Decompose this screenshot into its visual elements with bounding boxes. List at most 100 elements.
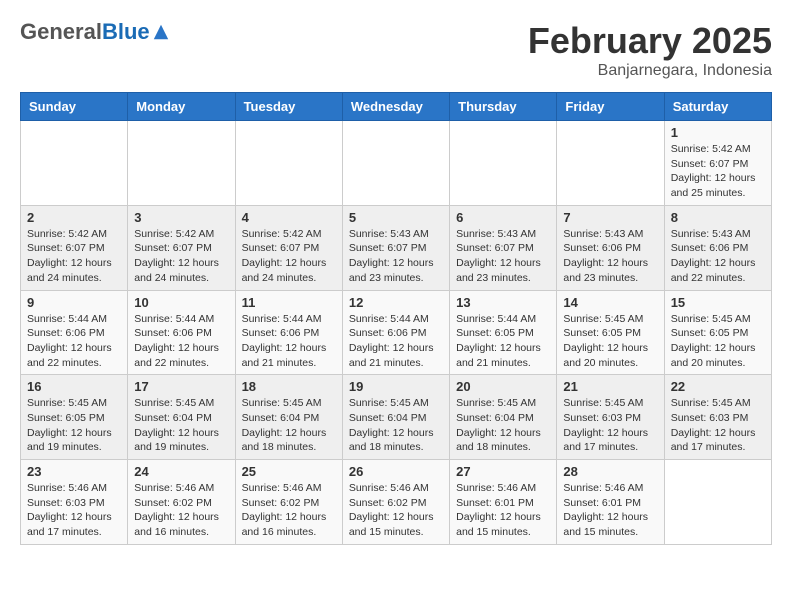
weekday-header-saturday: Saturday [664, 93, 771, 121]
day-cell: 15 Sunrise: 5:45 AM Sunset: 6:05 PM Dayli… [664, 290, 771, 375]
day-cell: 5 Sunrise: 5:43 AM Sunset: 6:07 PM Daylig… [342, 205, 449, 290]
day-cell: 3 Sunrise: 5:42 AM Sunset: 6:07 PM Daylig… [128, 205, 235, 290]
day-number: 9 [27, 295, 121, 310]
week-row-2: 2 Sunrise: 5:42 AM Sunset: 6:07 PM Daylig… [21, 205, 772, 290]
day-info: Sunrise: 5:46 AM Sunset: 6:02 PM Dayligh… [349, 481, 443, 540]
logo-blue: Blue [102, 19, 150, 44]
day-number: 14 [563, 295, 657, 310]
day-cell [450, 121, 557, 206]
day-info: Sunrise: 5:43 AM Sunset: 6:06 PM Dayligh… [563, 227, 657, 286]
month-title: February 2025 [528, 20, 772, 62]
day-info: Sunrise: 5:42 AM Sunset: 6:07 PM Dayligh… [671, 142, 765, 201]
day-info: Sunrise: 5:43 AM Sunset: 6:06 PM Dayligh… [671, 227, 765, 286]
day-cell: 4Sunrise: 5:42 AM Sunset: 6:07 PM Daylig… [235, 205, 342, 290]
day-info: Sunrise: 5:42 AM Sunset: 6:07 PM Dayligh… [27, 227, 121, 286]
day-number: 2 [27, 210, 121, 225]
weekday-header-monday: Monday [128, 93, 235, 121]
weekday-header-row: SundayMondayTuesdayWednesdayThursdayFrid… [21, 93, 772, 121]
day-info: Sunrise: 5:42 AM Sunset: 6:07 PM Dayligh… [134, 227, 228, 286]
day-cell [557, 121, 664, 206]
day-number: 3 [134, 210, 228, 225]
weekday-header-thursday: Thursday [450, 93, 557, 121]
day-info: Sunrise: 5:45 AM Sunset: 6:04 PM Dayligh… [456, 396, 550, 455]
day-number: 10 [134, 295, 228, 310]
day-cell [21, 121, 128, 206]
day-cell: 11 Sunrise: 5:44 AM Sunset: 6:06 PM Dayli… [235, 290, 342, 375]
day-info: Sunrise: 5:43 AM Sunset: 6:07 PM Dayligh… [349, 227, 443, 286]
day-number: 19 [349, 379, 443, 394]
day-number: 6 [456, 210, 550, 225]
day-number: 23 [27, 464, 121, 479]
day-number: 20 [456, 379, 550, 394]
day-cell: 1 Sunrise: 5:42 AM Sunset: 6:07 PM Daylig… [664, 121, 771, 206]
day-cell: 12Sunrise: 5:44 AM Sunset: 6:06 PM Dayli… [342, 290, 449, 375]
day-number: 24 [134, 464, 228, 479]
day-cell: 6 Sunrise: 5:43 AM Sunset: 6:07 PM Daylig… [450, 205, 557, 290]
day-cell: 2 Sunrise: 5:42 AM Sunset: 6:07 PM Daylig… [21, 205, 128, 290]
title-block: February 2025 Banjarnegara, Indonesia [528, 20, 772, 80]
day-cell: 8 Sunrise: 5:43 AM Sunset: 6:06 PM Daylig… [664, 205, 771, 290]
day-number: 22 [671, 379, 765, 394]
day-info: Sunrise: 5:44 AM Sunset: 6:06 PM Dayligh… [349, 312, 443, 371]
day-cell [128, 121, 235, 206]
day-info: Sunrise: 5:45 AM Sunset: 6:05 PM Dayligh… [27, 396, 121, 455]
day-number: 1 [671, 125, 765, 140]
day-number: 28 [563, 464, 657, 479]
day-cell: 24 Sunrise: 5:46 AM Sunset: 6:02 PM Dayli… [128, 460, 235, 545]
calendar-table: SundayMondayTuesdayWednesdayThursdayFrid… [20, 92, 772, 545]
day-number: 7 [563, 210, 657, 225]
day-info: Sunrise: 5:46 AM Sunset: 6:01 PM Dayligh… [563, 481, 657, 540]
day-info: Sunrise: 5:44 AM Sunset: 6:05 PM Dayligh… [456, 312, 550, 371]
week-row-5: 23Sunrise: 5:46 AM Sunset: 6:03 PM Dayli… [21, 460, 772, 545]
day-cell: 19 Sunrise: 5:45 AM Sunset: 6:04 PM Dayli… [342, 375, 449, 460]
day-number: 5 [349, 210, 443, 225]
day-number: 11 [242, 295, 336, 310]
location: Banjarnegara, Indonesia [528, 62, 772, 80]
day-cell: 16Sunrise: 5:45 AM Sunset: 6:05 PM Dayli… [21, 375, 128, 460]
day-info: Sunrise: 5:44 AM Sunset: 6:06 PM Dayligh… [27, 312, 121, 371]
day-cell: 28 Sunrise: 5:46 AM Sunset: 6:01 PM Dayli… [557, 460, 664, 545]
logo: GeneralBlue [20, 20, 170, 44]
day-info: Sunrise: 5:46 AM Sunset: 6:02 PM Dayligh… [134, 481, 228, 540]
day-number: 18 [242, 379, 336, 394]
day-cell [664, 460, 771, 545]
day-cell: 9 Sunrise: 5:44 AM Sunset: 6:06 PM Daylig… [21, 290, 128, 375]
day-cell: 23Sunrise: 5:46 AM Sunset: 6:03 PM Dayli… [21, 460, 128, 545]
day-info: Sunrise: 5:43 AM Sunset: 6:07 PM Dayligh… [456, 227, 550, 286]
day-number: 4 [242, 210, 336, 225]
day-number: 13 [456, 295, 550, 310]
weekday-header-sunday: Sunday [21, 93, 128, 121]
day-cell: 26 Sunrise: 5:46 AM Sunset: 6:02 PM Dayli… [342, 460, 449, 545]
day-cell: 22 Sunrise: 5:45 AM Sunset: 6:03 PM Dayli… [664, 375, 771, 460]
day-number: 21 [563, 379, 657, 394]
day-info: Sunrise: 5:44 AM Sunset: 6:06 PM Dayligh… [242, 312, 336, 371]
page-header: GeneralBlue February 2025 Banjarnegara, … [20, 20, 772, 80]
day-cell [342, 121, 449, 206]
logo-icon [152, 23, 170, 41]
logo-general: General [20, 19, 102, 44]
day-cell: 7 Sunrise: 5:43 AM Sunset: 6:06 PM Daylig… [557, 205, 664, 290]
day-cell: 20 Sunrise: 5:45 AM Sunset: 6:04 PM Dayli… [450, 375, 557, 460]
day-number: 25 [242, 464, 336, 479]
day-info: Sunrise: 5:44 AM Sunset: 6:06 PM Dayligh… [134, 312, 228, 371]
day-info: Sunrise: 5:45 AM Sunset: 6:05 PM Dayligh… [671, 312, 765, 371]
day-cell [235, 121, 342, 206]
day-number: 8 [671, 210, 765, 225]
weekday-header-wednesday: Wednesday [342, 93, 449, 121]
day-info: Sunrise: 5:45 AM Sunset: 6:04 PM Dayligh… [349, 396, 443, 455]
day-cell: 13 Sunrise: 5:44 AM Sunset: 6:05 PM Dayli… [450, 290, 557, 375]
day-info: Sunrise: 5:45 AM Sunset: 6:03 PM Dayligh… [671, 396, 765, 455]
week-row-4: 16Sunrise: 5:45 AM Sunset: 6:05 PM Dayli… [21, 375, 772, 460]
day-number: 26 [349, 464, 443, 479]
day-cell: 27 Sunrise: 5:46 AM Sunset: 6:01 PM Dayli… [450, 460, 557, 545]
weekday-header-tuesday: Tuesday [235, 93, 342, 121]
day-number: 27 [456, 464, 550, 479]
day-cell: 25 Sunrise: 5:46 AM Sunset: 6:02 PM Dayli… [235, 460, 342, 545]
day-info: Sunrise: 5:45 AM Sunset: 6:03 PM Dayligh… [563, 396, 657, 455]
day-info: Sunrise: 5:45 AM Sunset: 6:05 PM Dayligh… [563, 312, 657, 371]
day-info: Sunrise: 5:46 AM Sunset: 6:01 PM Dayligh… [456, 481, 550, 540]
day-cell: 14 Sunrise: 5:45 AM Sunset: 6:05 PM Dayli… [557, 290, 664, 375]
day-number: 15 [671, 295, 765, 310]
day-number: 17 [134, 379, 228, 394]
day-info: Sunrise: 5:46 AM Sunset: 6:02 PM Dayligh… [242, 481, 336, 540]
